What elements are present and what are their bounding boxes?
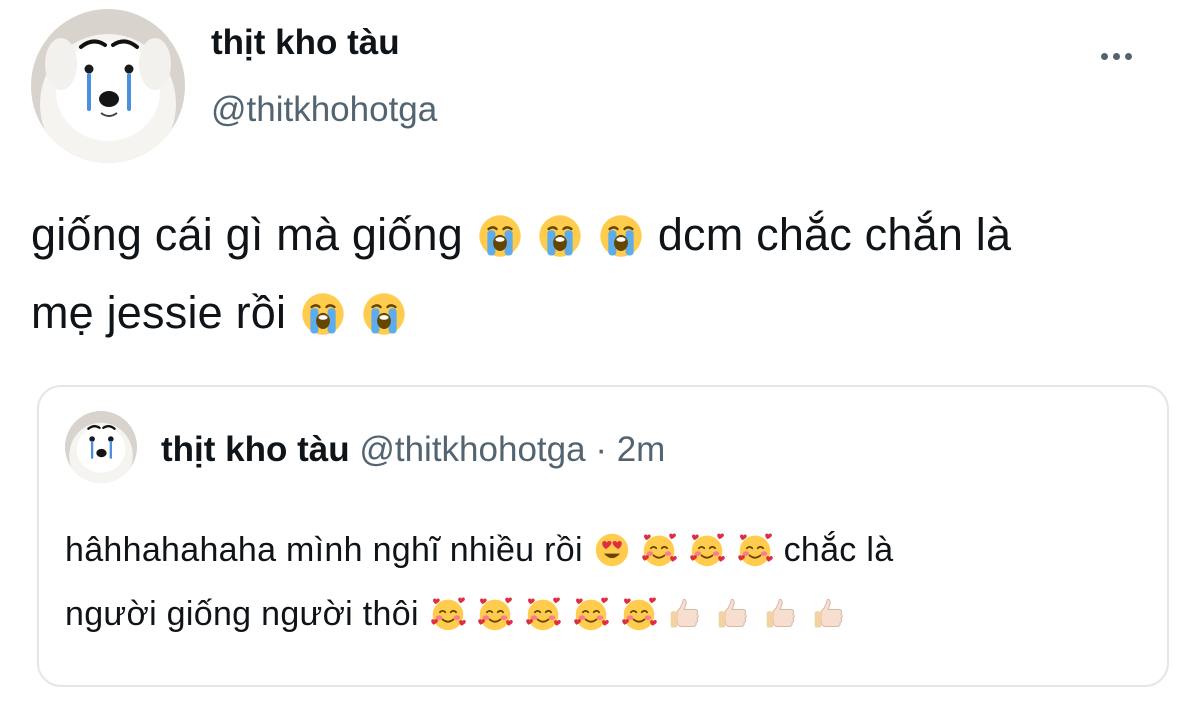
quoted-timestamp[interactable]: 2m (617, 430, 666, 469)
loudly-crying-face-icon (361, 291, 407, 337)
user-handle[interactable]: @thitkhohotga (211, 89, 437, 131)
samoyed-dog-avatar-image (31, 9, 185, 163)
tweet-text-line1: giống cái gì mà giống (31, 209, 463, 260)
loudly-crying-face-icon (537, 213, 583, 259)
smiling-face-with-hearts-icon (573, 596, 609, 632)
quoted-tweet[interactable]: thịt kho tàu @thitkhohotga · 2m hâhhahah… (37, 385, 1169, 687)
tweet-text: giống cái gì mà giống dcm chắc chắn là m… (31, 196, 1171, 352)
smiling-face-with-hearts-icon (641, 532, 678, 568)
thumbs-up-icon (764, 596, 800, 632)
loudly-crying-face-icon (477, 213, 523, 259)
avatar[interactable] (31, 9, 185, 163)
thumbs-up-icon (716, 596, 752, 632)
more-options-button[interactable] (1094, 44, 1138, 68)
quoted-text-line1: hâhhahahaha mình nghĩ nhiều rồi (65, 531, 583, 569)
separator-dot: · (595, 430, 607, 469)
smiling-face-with-hearts-icon (737, 532, 773, 568)
smiling-face-with-hearts-icon (621, 596, 657, 632)
samoyed-dog-avatar-image (65, 411, 137, 483)
tweet-text-line1b: dcm chắc chắn là (657, 209, 1012, 260)
smiling-face-with-hearts-icon (477, 596, 514, 632)
smiling-face-with-hearts-icon (430, 596, 466, 632)
tweet-card: thịt kho tàu @thitkhohotga giống cái gì … (0, 0, 1179, 710)
quoted-avatar[interactable] (65, 411, 137, 483)
quoted-display-name[interactable]: thịt kho tàu (161, 430, 350, 469)
more-horizontal-icon-dot (1112, 52, 1120, 60)
smiling-face-with-hearts-icon (689, 532, 725, 568)
loudly-crying-face-icon (300, 291, 346, 337)
smiling-face-with-hearts-icon (525, 596, 561, 632)
quoted-user-handle[interactable]: @thitkhohotga (359, 430, 585, 469)
smiling-face-with-heart-eyes-icon (594, 532, 630, 568)
thumbs-up-icon (668, 596, 704, 632)
quoted-text-line1b: chắc là (783, 531, 894, 569)
loudly-crying-face-icon (598, 213, 644, 259)
more-horizontal-icon (1100, 52, 1108, 60)
display-name[interactable]: thịt kho tàu (211, 22, 400, 64)
quoted-header: thịt kho tàu @thitkhohotga · 2m (161, 429, 665, 471)
quoted-tweet-text: hâhhahahaha mình nghĩ nhiều rồi chắc là … (65, 518, 1145, 646)
more-horizontal-icon-dot (1124, 52, 1132, 60)
tweet-text-line2: mẹ jessie rồi (31, 287, 287, 338)
quoted-text-line2: người giống người thôi (65, 595, 419, 633)
thumbs-up-icon (812, 596, 848, 632)
